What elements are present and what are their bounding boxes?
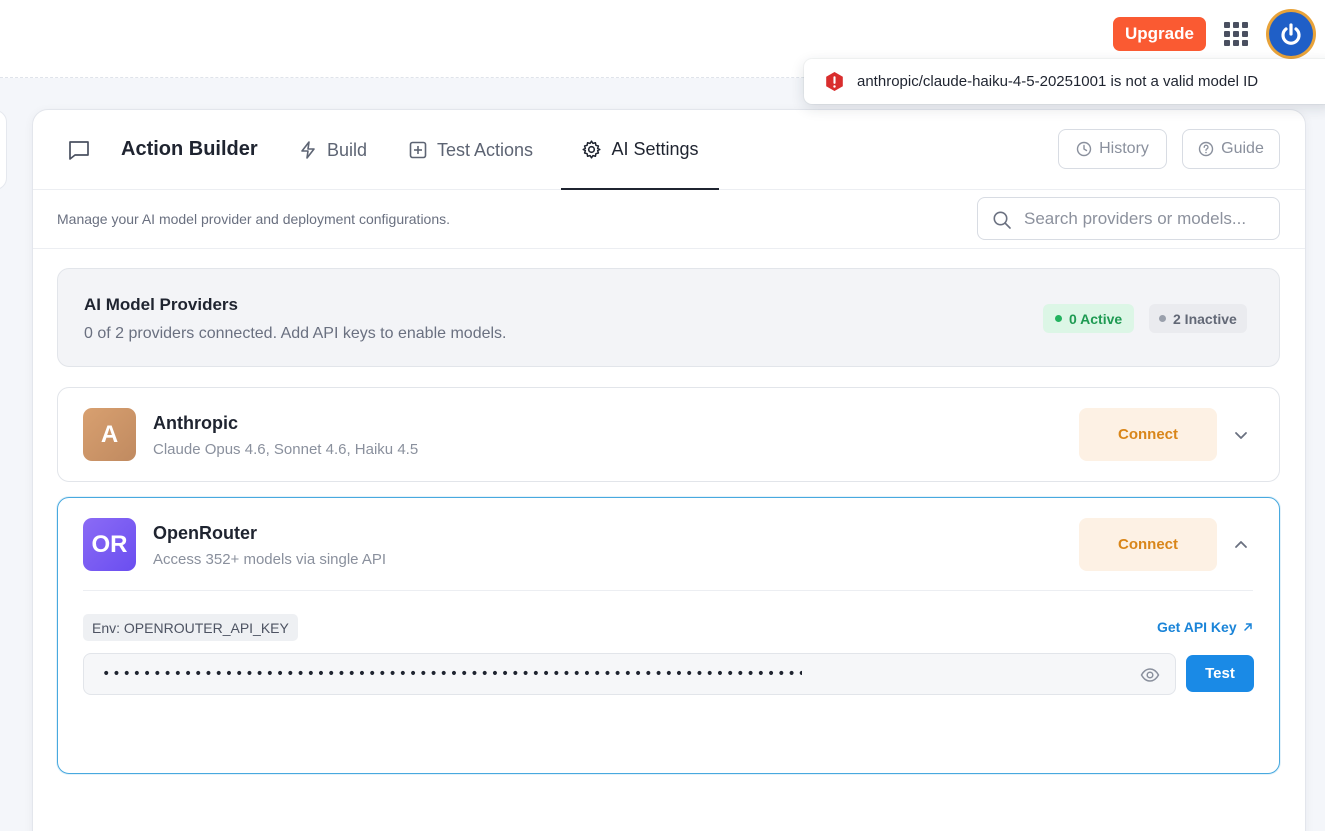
- tab-test-actions-label: Test Actions: [437, 139, 534, 160]
- providers-summary-subtitle: 0 of 2 providers connected. Add API keys…: [84, 325, 507, 342]
- tab-build[interactable]: Build: [298, 110, 367, 190]
- active-badge-label: 0 Active: [1069, 310, 1123, 327]
- env-variable-tag: Env: OPENROUTER_API_KEY: [83, 614, 298, 641]
- provider-name: Anthropic: [153, 413, 238, 433]
- history-label: History: [1099, 140, 1149, 157]
- divider: [83, 590, 1253, 591]
- inactive-count-badge: 2 Inactive: [1149, 304, 1247, 333]
- chat-icon: [69, 141, 89, 160]
- get-api-key-label: Get API Key: [1157, 619, 1237, 635]
- page-title: Action Builder: [121, 138, 258, 160]
- search-box[interactable]: [977, 197, 1280, 240]
- api-key-value: ••••••••••••••••••••••••••••••••••••••••…: [102, 666, 802, 682]
- error-toast: anthropic/claude-haiku-4-5-20251001 is n…: [804, 59, 1325, 104]
- card-header: Action Builder Build Test Actions AI Set…: [33, 110, 1305, 190]
- openrouter-logo: OR: [83, 518, 136, 571]
- guide-button[interactable]: Guide: [1182, 129, 1280, 169]
- connect-openrouter-button[interactable]: Connect: [1079, 518, 1217, 571]
- providers-summary-title: AI Model Providers: [84, 295, 238, 314]
- chevron-down-icon[interactable]: [1233, 427, 1249, 443]
- help-circle-icon: [1198, 141, 1214, 157]
- history-button[interactable]: History: [1058, 129, 1167, 169]
- active-count-badge: 0 Active: [1043, 304, 1135, 333]
- search-input[interactable]: [1024, 198, 1274, 239]
- tab-ai-settings[interactable]: AI Settings: [561, 110, 719, 190]
- error-icon: [826, 71, 843, 92]
- upgrade-button[interactable]: Upgrade: [1113, 17, 1206, 51]
- external-link-icon: [1243, 623, 1252, 631]
- eye-icon[interactable]: [1140, 665, 1160, 685]
- provider-card-anthropic: A Anthropic Claude Opus 4.6, Sonnet 4.6,…: [57, 387, 1280, 482]
- test-api-key-button[interactable]: Test: [1186, 655, 1254, 692]
- guide-label: Guide: [1221, 140, 1264, 157]
- sub-header: Manage your AI model provider and deploy…: [33, 190, 1305, 249]
- toast-message: anthropic/claude-haiku-4-5-20251001 is n…: [857, 73, 1259, 90]
- search-icon: [993, 211, 1011, 229]
- lightning-icon: [301, 141, 315, 159]
- chevron-up-icon[interactable]: [1233, 537, 1249, 553]
- gear-icon: [582, 139, 602, 159]
- tab-test-actions[interactable]: Test Actions: [408, 110, 533, 190]
- page-description: Manage your AI model provider and deploy…: [57, 211, 451, 227]
- action-builder-card: Action Builder Build Test Actions AI Set…: [32, 109, 1306, 831]
- provider-description: Access 352+ models via single API: [153, 551, 387, 568]
- connect-anthropic-button[interactable]: Connect: [1079, 408, 1217, 461]
- get-api-key-link[interactable]: Get API Key: [1157, 619, 1253, 635]
- anthropic-logo: A: [83, 408, 136, 461]
- tab-build-label: Build: [327, 139, 368, 160]
- power-icon: [1269, 12, 1313, 56]
- plus-square-icon: [409, 141, 427, 159]
- apps-grid-icon[interactable]: [1224, 22, 1248, 46]
- inactive-badge-label: 2 Inactive: [1173, 310, 1237, 327]
- side-panel-edge: [0, 110, 7, 190]
- avatar[interactable]: [1266, 9, 1316, 59]
- clock-icon: [1076, 141, 1092, 157]
- provider-name: OpenRouter: [153, 523, 258, 543]
- tab-ai-settings-label: AI Settings: [611, 138, 699, 159]
- providers-summary: AI Model Providers 0 of 2 providers conn…: [57, 268, 1280, 367]
- api-key-input[interactable]: ••••••••••••••••••••••••••••••••••••••••…: [83, 653, 1176, 695]
- provider-card-openrouter: OR OpenRouter Access 352+ models via sin…: [57, 497, 1280, 774]
- provider-description: Claude Opus 4.6, Sonnet 4.6, Haiku 4.5: [153, 441, 419, 458]
